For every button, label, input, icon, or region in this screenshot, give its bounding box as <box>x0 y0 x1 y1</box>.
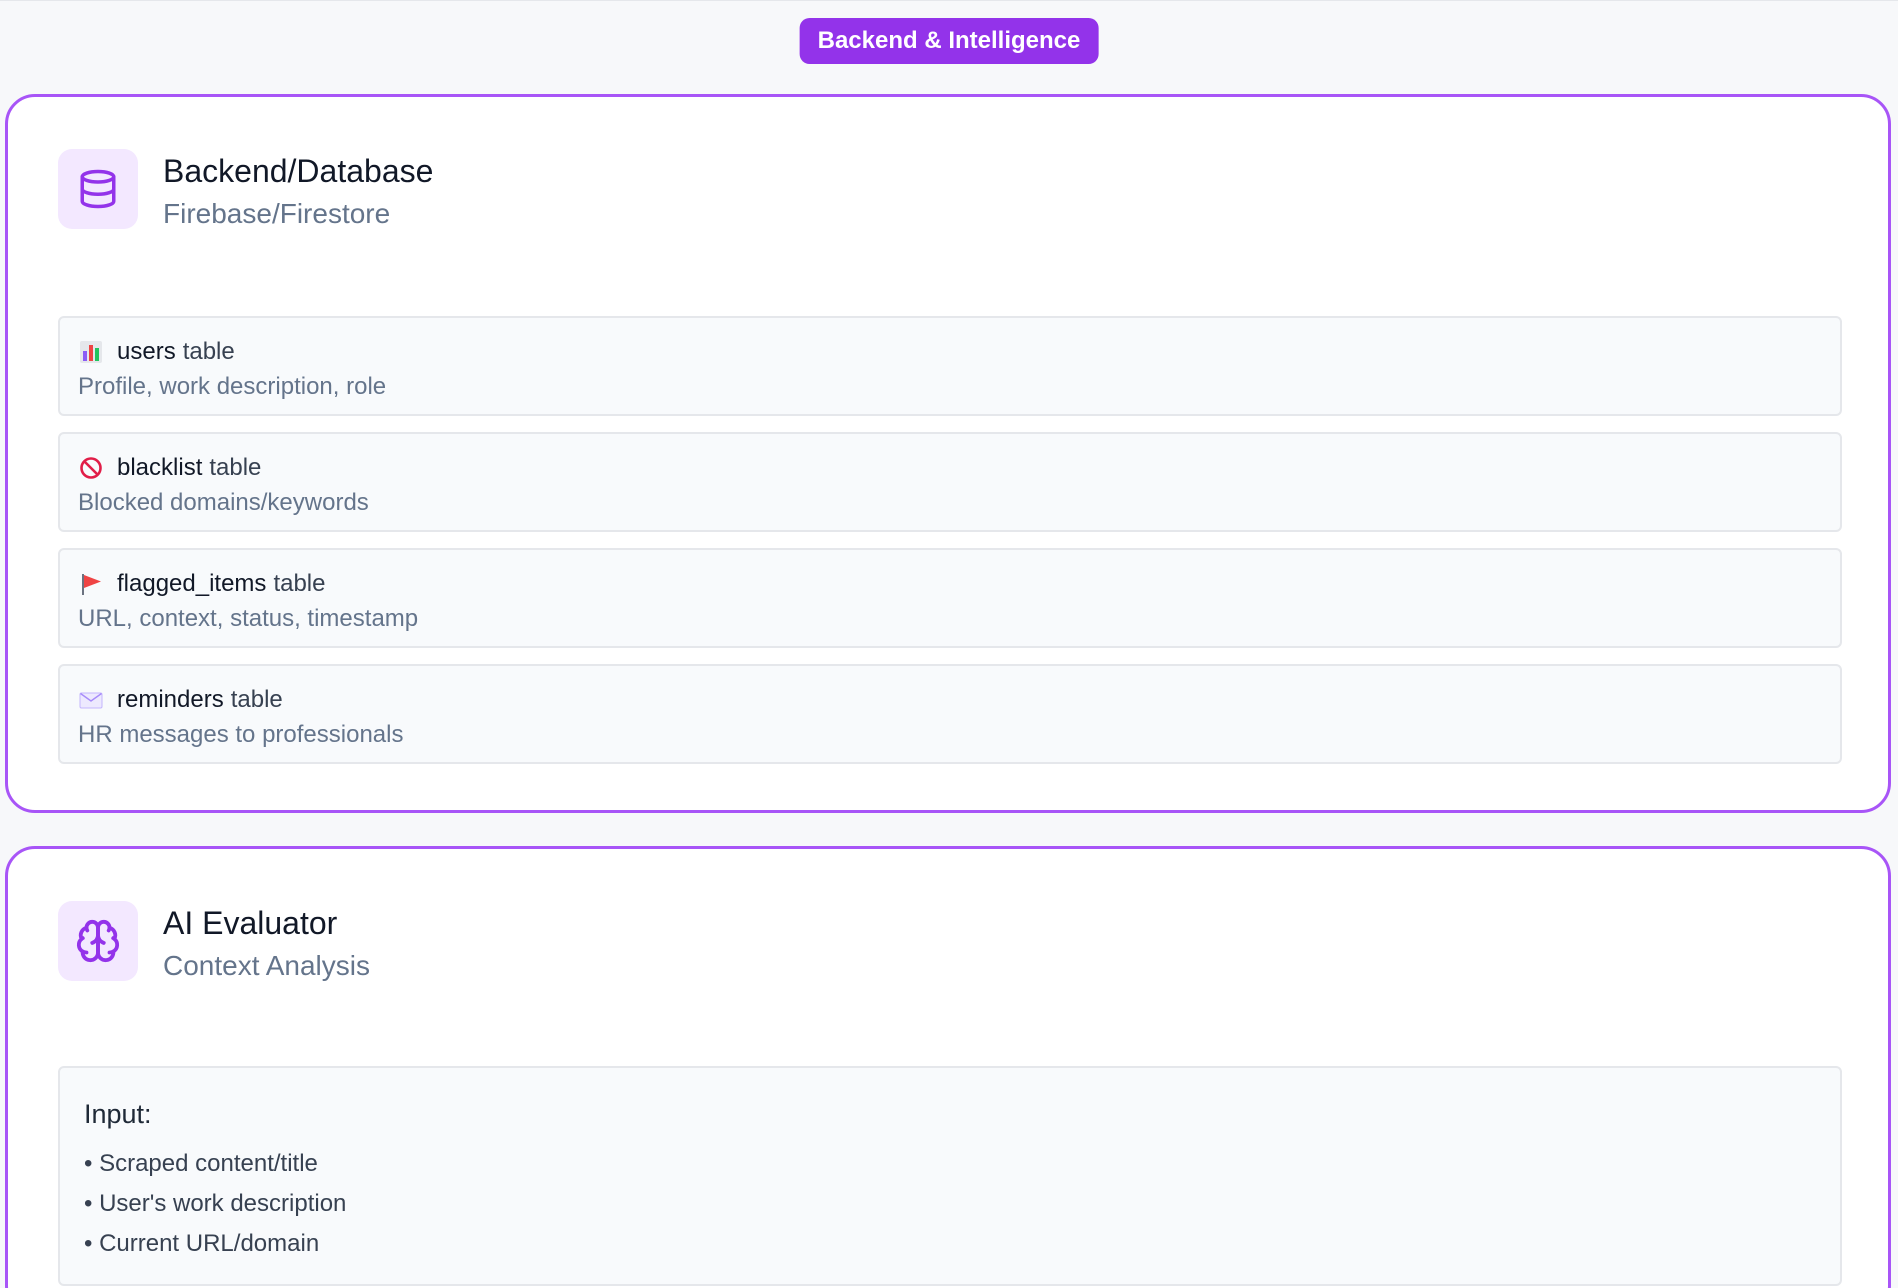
table-name: flagged_items <box>117 570 267 597</box>
table-suffix: table <box>273 570 326 597</box>
table-name: users <box>117 338 176 365</box>
card-header: Backend/Database Firebase/Firestore <box>58 149 433 234</box>
table-name: blacklist <box>117 454 203 481</box>
card-subtitle: Firebase/Firestore <box>163 198 391 229</box>
input-title: Input: <box>84 1099 152 1129</box>
table-item-flagged-items: flagged_items table URL, context, status… <box>58 548 1842 648</box>
card-title: Backend/Database <box>163 153 434 189</box>
section-badge: Backend & Intelligence <box>799 18 1099 64</box>
table-suffix: table <box>209 454 262 481</box>
database-icon <box>58 149 138 229</box>
card-header: AI Evaluator Context Analysis <box>58 901 370 986</box>
backend-database-card: Backend/Database Firebase/Firestore user <box>5 94 1891 813</box>
envelope-icon <box>78 687 104 713</box>
table-list: users table Profile, work description, r… <box>58 316 1842 764</box>
input-list: • Scraped content/title • User's work de… <box>84 1144 1840 1264</box>
table-item-blacklist: blacklist table Blocked domains/keywords <box>58 432 1842 532</box>
brain-icon <box>58 901 138 981</box>
card-subtitle: Context Analysis <box>163 950 370 981</box>
bar-chart-icon <box>78 339 104 365</box>
table-item-users: users table Profile, work description, r… <box>58 316 1842 416</box>
list-item: • Current URL/domain <box>84 1230 320 1257</box>
prohibited-icon <box>78 455 104 481</box>
input-box: Input: • Scraped content/title • User's … <box>58 1066 1842 1286</box>
table-suffix: table <box>230 686 283 713</box>
table-description: URL, context, status, timestamp <box>78 605 419 632</box>
flag-icon <box>78 571 104 597</box>
table-name: reminders <box>117 686 224 713</box>
page: Backend & Intelligence Backend/Database … <box>0 0 1898 1288</box>
ai-evaluator-card: AI Evaluator Context Analysis Input: • S… <box>5 846 1891 1288</box>
table-item-reminders: reminders table HR messages to professio… <box>58 664 1842 764</box>
table-description: Profile, work description, role <box>78 373 387 400</box>
table-suffix: table <box>182 338 235 365</box>
table-description: Blocked domains/keywords <box>78 489 369 516</box>
list-item: • Scraped content/title <box>84 1150 318 1177</box>
list-item: • User's work description <box>84 1190 347 1217</box>
card-title: AI Evaluator <box>163 905 338 941</box>
table-description: HR messages to professionals <box>78 721 404 748</box>
